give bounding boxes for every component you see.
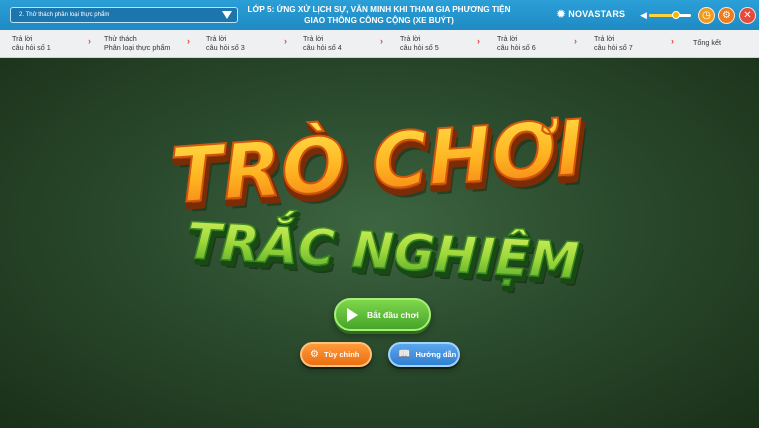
arrow-right-icon: ›	[671, 36, 674, 46]
step-item-line1: Thử thách	[104, 34, 137, 43]
customize-label: Tùy chỉnh	[323, 350, 360, 359]
step-item-line1: Trả lời	[594, 34, 615, 43]
step-item-line2: câu hỏi số 1	[12, 43, 51, 52]
step-item-line2: câu hỏi số 6	[497, 43, 536, 52]
gear-icon: ⚙	[310, 348, 319, 360]
step-item-line2: câu hỏi số 4	[303, 43, 342, 52]
arrow-right-icon: ›	[284, 36, 287, 46]
alarm-clock-icon: ◷	[702, 9, 711, 21]
step-item-line2: câu hỏi số 3	[206, 43, 245, 52]
step-item-6[interactable]: Trả lời câu hỏi số 6	[497, 34, 536, 52]
lesson-select-dropdown[interactable]: 2. Thử thách phân loại thực phẩm	[10, 7, 238, 23]
step-item-line1: Trả lời	[12, 34, 33, 43]
step-item-line1: Tổng kết	[693, 38, 721, 47]
lesson-title: LỚP 5: ỨNG XỬ LỊCH SỰ, VĂN MINH KHI THAM…	[244, 4, 514, 26]
step-item-line1: Trả lời	[400, 34, 421, 43]
step-item-5[interactable]: Trả lời câu hỏi số 5	[400, 34, 439, 52]
book-icon: 📖	[398, 348, 411, 360]
step-item-summary[interactable]: Tổng kết	[693, 38, 721, 47]
step-item-3[interactable]: Trả lời câu hỏi số 3	[206, 34, 245, 52]
timer-button[interactable]: ◷	[698, 7, 715, 24]
customize-button[interactable]: ⚙ Tùy chỉnh	[300, 342, 372, 367]
arrow-right-icon: ›	[380, 36, 383, 46]
lesson-select-value: 2. Thử thách phân loại thực phẩm	[19, 12, 110, 18]
game-title-graphic: TRÒ CHƠI TRÒ CHƠI TRÒ CHƠI TRẮC NGHIỆM T…	[167, 102, 593, 299]
lesson-title-line2: GIAO THÔNG CÔNG CỘNG (XE BUÝT)	[304, 16, 454, 25]
step-item-4[interactable]: Trả lời câu hỏi số 4	[303, 34, 342, 52]
guide-label: Hướng dẫn	[415, 350, 457, 359]
gear-icon: ⚙	[722, 9, 731, 21]
speaker-icon[interactable]: ◀	[640, 11, 647, 20]
start-game-button[interactable]: Bắt đầu chơi	[334, 298, 431, 331]
step-item-7[interactable]: Trả lời câu hỏi số 7	[594, 34, 633, 52]
arrow-right-icon: ›	[477, 36, 480, 46]
close-button[interactable]: ✕	[739, 7, 756, 24]
volume-control[interactable]: ◀	[640, 10, 694, 21]
step-item-line1: Trả lời	[497, 34, 518, 43]
step-navigation: Trả lời câu hỏi số 1 › Thử thách Phân lo…	[0, 30, 759, 58]
brand-name: NOVASTARS	[568, 9, 626, 19]
top-bar: 2. Thử thách phân loại thực phẩm LỚP 5: …	[0, 0, 759, 30]
lesson-title-line1: LỚP 5: ỨNG XỬ LỊCH SỰ, VĂN MINH KHI THAM…	[247, 5, 511, 14]
step-item-line1: Trả lời	[303, 34, 324, 43]
brand-logo: ✹ NOVASTARS	[556, 7, 626, 21]
step-item-1[interactable]: Trả lời câu hỏi số 1	[12, 34, 51, 52]
volume-slider[interactable]	[648, 11, 691, 19]
close-icon: ✕	[743, 9, 752, 21]
guide-button[interactable]: 📖 Hướng dẫn	[388, 342, 460, 367]
chevron-down-icon[interactable]	[222, 11, 232, 19]
volume-slider-knob[interactable]	[672, 11, 681, 19]
star-logo-icon: ✹	[556, 7, 567, 21]
start-game-label: Bắt đầu chơi	[367, 309, 419, 320]
play-icon	[347, 307, 358, 322]
settings-button[interactable]: ⚙	[718, 7, 735, 24]
arrow-right-icon: ›	[574, 36, 577, 46]
arrow-right-icon: ›	[88, 36, 91, 46]
arrow-right-icon: ›	[187, 36, 190, 46]
step-item-line2: Phân loại thực phẩm	[104, 43, 171, 52]
step-item-line1: Trả lời	[206, 34, 227, 43]
step-item-line2: câu hỏi số 7	[594, 43, 633, 52]
game-start-screen: TRÒ CHƠI TRÒ CHƠI TRÒ CHƠI TRẮC NGHIỆM T…	[0, 58, 759, 428]
step-item-2[interactable]: Thử thách Phân loại thực phẩm	[104, 34, 170, 52]
step-item-line2: câu hỏi số 5	[400, 43, 439, 52]
